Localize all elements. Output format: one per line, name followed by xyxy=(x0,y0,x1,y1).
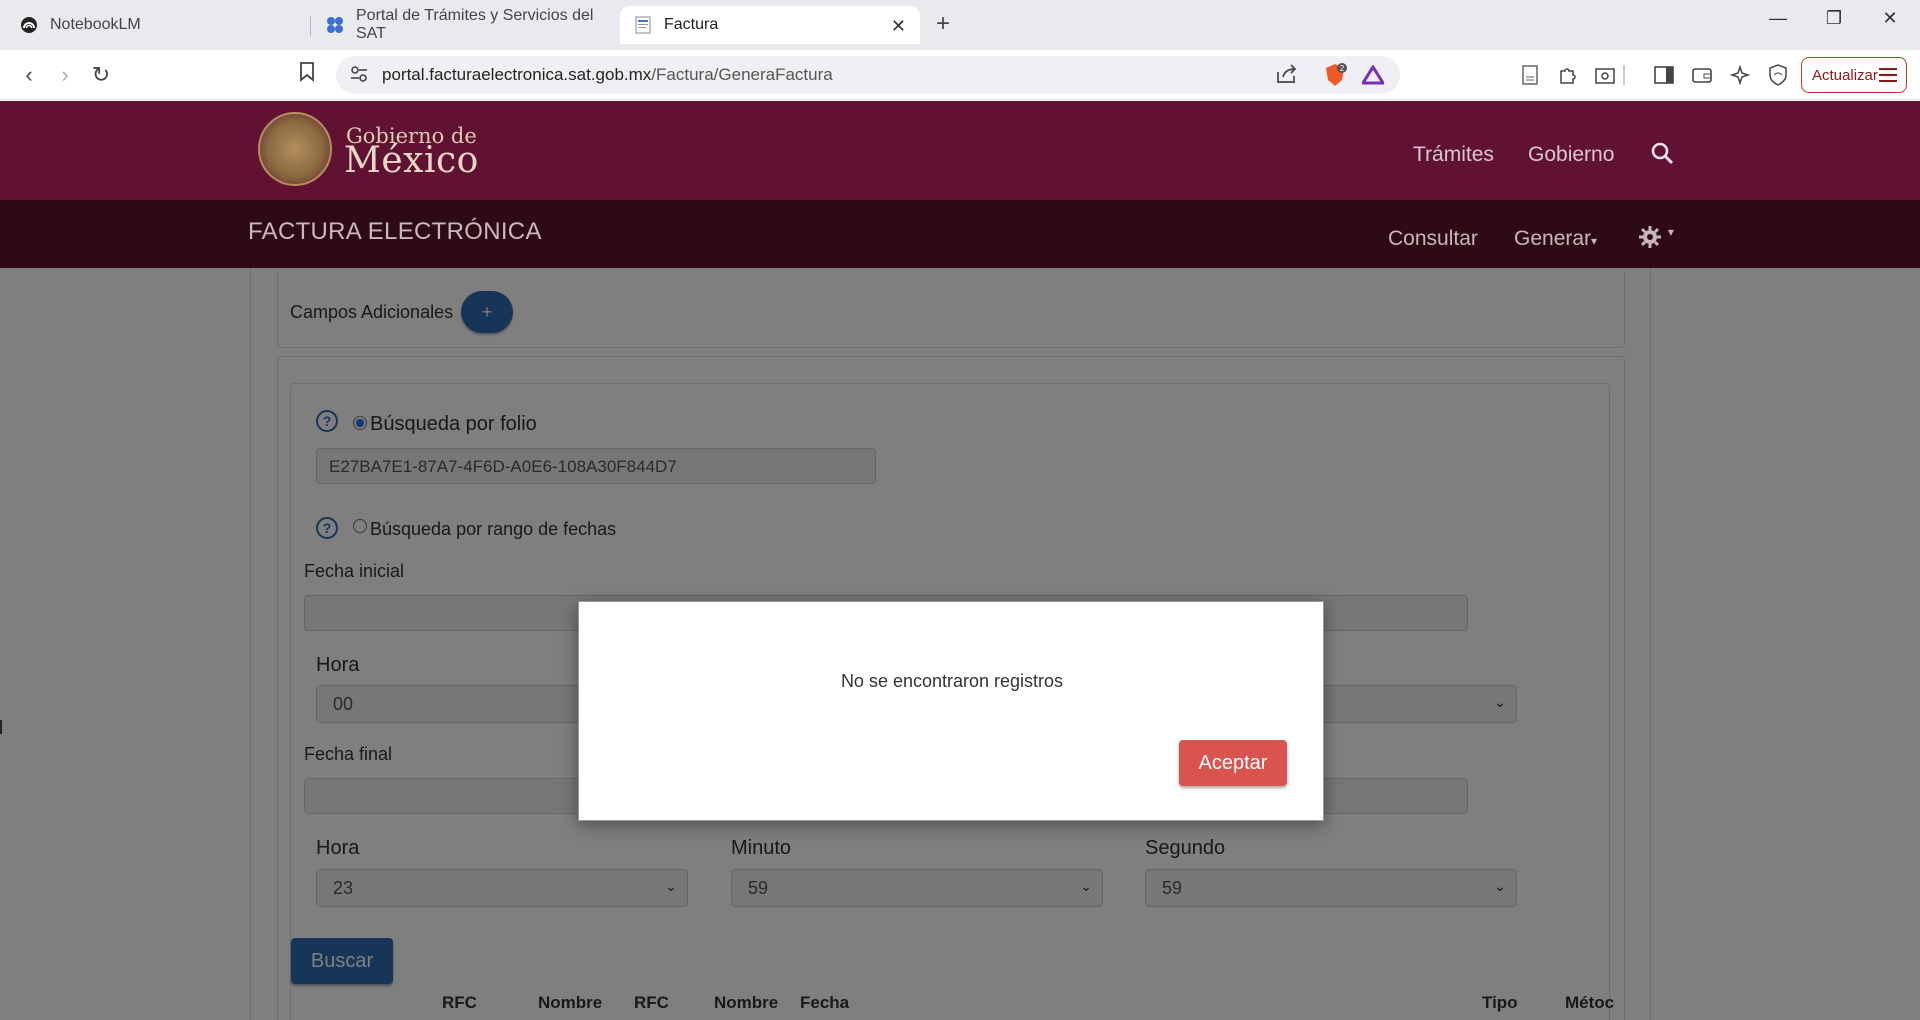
url-host: portal.facturaelectronica.sat.gob.mx xyxy=(382,65,652,84)
notebooklm-icon xyxy=(20,16,38,34)
nav-consultar[interactable]: Consultar xyxy=(1388,227,1478,251)
nav-generar[interactable]: Generar▾ xyxy=(1514,227,1597,251)
restore-icon[interactable]: ❐ xyxy=(1814,8,1854,29)
forward-icon[interactable]: › xyxy=(50,62,80,88)
sidebar-icon[interactable] xyxy=(1652,64,1676,86)
text-cursor xyxy=(0,720,2,734)
new-tab-icon[interactable]: + xyxy=(936,10,950,38)
tab-sat-portal[interactable]: Portal de Trámites y Servicios del SAT xyxy=(312,6,617,44)
search-icon[interactable] xyxy=(1650,141,1674,172)
reader-mode-icon[interactable] xyxy=(1518,64,1542,86)
browser-tab-strip: NotebookLM Portal de Trámites y Servicio… xyxy=(0,0,1920,50)
menu-icon xyxy=(1878,67,1898,87)
document-icon xyxy=(634,16,652,34)
url-path: /Factura/GeneraFactura xyxy=(651,65,833,84)
tab-factura[interactable]: Factura ✕ xyxy=(620,6,920,44)
update-button[interactable]: Actualizar xyxy=(1801,57,1907,93)
address-bar[interactable]: portal.facturaelectronica.sat.gob.mx/Fac… xyxy=(336,56,1400,94)
browser-toolbar: ‹ › ↻ portal.facturaelectronica.sat.gob.… xyxy=(0,50,1920,100)
nav-tramites[interactable]: Trámites xyxy=(1413,143,1494,167)
extensions-icon[interactable] xyxy=(1556,64,1580,86)
alert-message: No se encontraron registros xyxy=(840,671,1064,691)
site-settings-icon[interactable] xyxy=(350,65,368,88)
tab-label: NotebookLM xyxy=(50,16,141,33)
share-icon[interactable] xyxy=(1276,64,1298,89)
brave-rewards-icon[interactable] xyxy=(1360,64,1386,90)
tab-label: Factura xyxy=(664,16,719,33)
bookmark-icon[interactable] xyxy=(292,62,322,88)
close-window-icon[interactable]: ✕ xyxy=(1870,8,1910,29)
vpn-icon[interactable] xyxy=(1766,64,1790,86)
nav-generar-label: Generar xyxy=(1514,227,1592,250)
reload-icon[interactable]: ↻ xyxy=(86,62,116,88)
leo-ai-icon[interactable] xyxy=(1728,64,1752,86)
app-title[interactable]: FACTURA ELECTRÓNICA xyxy=(248,218,542,246)
shield-badge: 2 xyxy=(1340,64,1345,73)
update-label: Actualizar xyxy=(1812,66,1878,84)
brave-shield-icon[interactable]: 2 xyxy=(1322,62,1348,93)
tab-label: Portal de Trámites y Servicios del SAT xyxy=(356,7,594,42)
settings-menu[interactable]: ▾ xyxy=(1638,225,1674,255)
screenshot-icon[interactable] xyxy=(1593,64,1617,86)
logo-text-big: México xyxy=(344,140,479,181)
gear-icon xyxy=(1638,226,1668,254)
tab-notebooklm[interactable]: NotebookLM xyxy=(6,6,306,44)
back-icon[interactable]: ‹ xyxy=(14,62,44,88)
caret-down-icon: ▾ xyxy=(1591,234,1598,248)
url-text: portal.facturaelectronica.sat.gob.mx/Fac… xyxy=(382,65,833,85)
mexico-seal-logo xyxy=(258,112,332,186)
minimize-icon[interactable]: — xyxy=(1758,8,1798,29)
wallet-icon[interactable] xyxy=(1690,64,1714,86)
close-tab-icon[interactable]: ✕ xyxy=(891,16,906,37)
caret-down-icon: ▾ xyxy=(1667,225,1674,239)
accept-button[interactable]: Aceptar xyxy=(1179,740,1287,786)
sat-portal-icon xyxy=(326,16,344,34)
alert-dialog: No se encontraron registros Aceptar xyxy=(578,601,1324,821)
tab-separator xyxy=(310,16,311,36)
nav-gobierno[interactable]: Gobierno xyxy=(1528,143,1614,167)
toolbar-divider xyxy=(1623,65,1625,85)
